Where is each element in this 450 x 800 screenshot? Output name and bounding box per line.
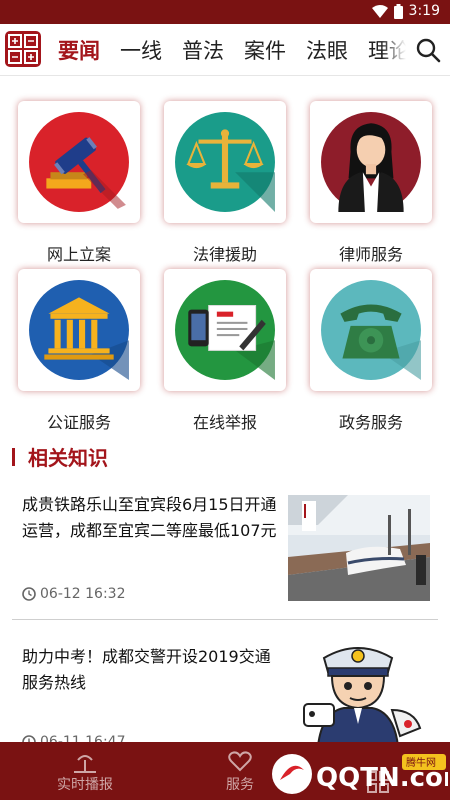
service-notary[interactable]: 公证服务 bbox=[18, 269, 140, 433]
heart-hand-icon bbox=[228, 751, 252, 772]
service-label: 在线举报 bbox=[192, 413, 257, 432]
document-pen-icon bbox=[175, 280, 275, 380]
tab-yixian[interactable]: 一线 bbox=[116, 35, 166, 65]
news-item[interactable]: 成贵铁路乐山至宜宾段6月15日开通运营，成都至宜宾二等座最低107元 06-12… bbox=[0, 488, 450, 608]
telephone-icon bbox=[321, 280, 421, 380]
tabs-fade bbox=[382, 24, 406, 75]
service-card bbox=[164, 101, 286, 223]
status-bar: 3:19 bbox=[0, 0, 450, 24]
courthouse-icon bbox=[29, 280, 129, 380]
train-station-image bbox=[288, 495, 430, 601]
service-card bbox=[164, 269, 286, 391]
clock-icon bbox=[22, 587, 36, 601]
status-time: 3:19 bbox=[408, 3, 440, 19]
tab-anjian[interactable]: 案件 bbox=[240, 35, 290, 65]
service-label: 律师服务 bbox=[338, 245, 403, 264]
traffic-police-cartoon-image bbox=[288, 640, 430, 746]
top-navigation: 要闻 一线 普法 案件 法眼 理论 bbox=[0, 24, 450, 76]
related-knowledge-header: 相关知识 bbox=[0, 442, 450, 472]
battery-icon bbox=[393, 3, 403, 19]
news-time: 06-12 16:32 bbox=[40, 586, 126, 602]
watermark-badge: 腾牛网 bbox=[406, 756, 436, 769]
status-icons: 3:19 bbox=[371, 3, 440, 19]
wifi-icon bbox=[371, 4, 388, 18]
news-title: 成贵铁路乐山至宜宾段6月15日开通运营，成都至宜宾二等座最低107元 bbox=[22, 495, 277, 540]
tab-fayan[interactable]: 法眼 bbox=[302, 35, 352, 65]
channel-tabs: 要闻 一线 普法 案件 法眼 理论 bbox=[48, 24, 420, 75]
news-thumbnail bbox=[288, 640, 430, 746]
bottom-tab-label: 服务 bbox=[226, 777, 254, 793]
section-accent-bar bbox=[12, 448, 15, 466]
section-title: 相关知识 bbox=[28, 446, 108, 470]
lawyer-icon bbox=[321, 112, 421, 212]
service-online-filing[interactable]: 网上立案 bbox=[18, 101, 140, 265]
news-item[interactable]: 助力中考！成都交警开设2019交通服务热线 06-11 16:47 bbox=[0, 636, 450, 750]
app-logo-icon[interactable] bbox=[4, 30, 42, 68]
service-card bbox=[18, 269, 140, 391]
search-button[interactable] bbox=[406, 24, 450, 75]
bottom-tab-label: 实时播报 bbox=[57, 777, 113, 793]
service-legal-aid[interactable]: 法律援助 bbox=[164, 101, 286, 265]
search-icon bbox=[416, 38, 441, 63]
service-card bbox=[310, 269, 432, 391]
service-lawyer[interactable]: 律师服务 bbox=[310, 101, 432, 265]
bottom-tab-live-broadcast[interactable]: 实时播报 bbox=[25, 742, 145, 800]
tab-yaowen[interactable]: 要闻 bbox=[54, 35, 104, 65]
service-card bbox=[310, 101, 432, 223]
service-label: 法律援助 bbox=[192, 245, 257, 264]
news-divider bbox=[12, 619, 438, 620]
service-label: 网上立案 bbox=[46, 245, 111, 264]
news-title: 助力中考！成都交警开设2019交通服务热线 bbox=[22, 647, 271, 692]
gavel-icon bbox=[29, 112, 129, 212]
news-meta: 06-12 16:32 bbox=[22, 586, 125, 602]
service-label: 公证服务 bbox=[46, 413, 111, 432]
service-government[interactable]: 政务服务 bbox=[310, 269, 432, 433]
service-online-report[interactable]: 在线举报 bbox=[164, 269, 286, 433]
news-thumbnail bbox=[288, 495, 430, 601]
broadcast-icon bbox=[74, 755, 96, 773]
qqtn-watermark-logo: QQTN.com 腾牛网 bbox=[272, 754, 448, 794]
service-label: 政务服务 bbox=[338, 413, 403, 432]
service-card bbox=[18, 101, 140, 223]
tab-pufa[interactable]: 普法 bbox=[178, 35, 228, 65]
scales-icon bbox=[175, 112, 275, 212]
